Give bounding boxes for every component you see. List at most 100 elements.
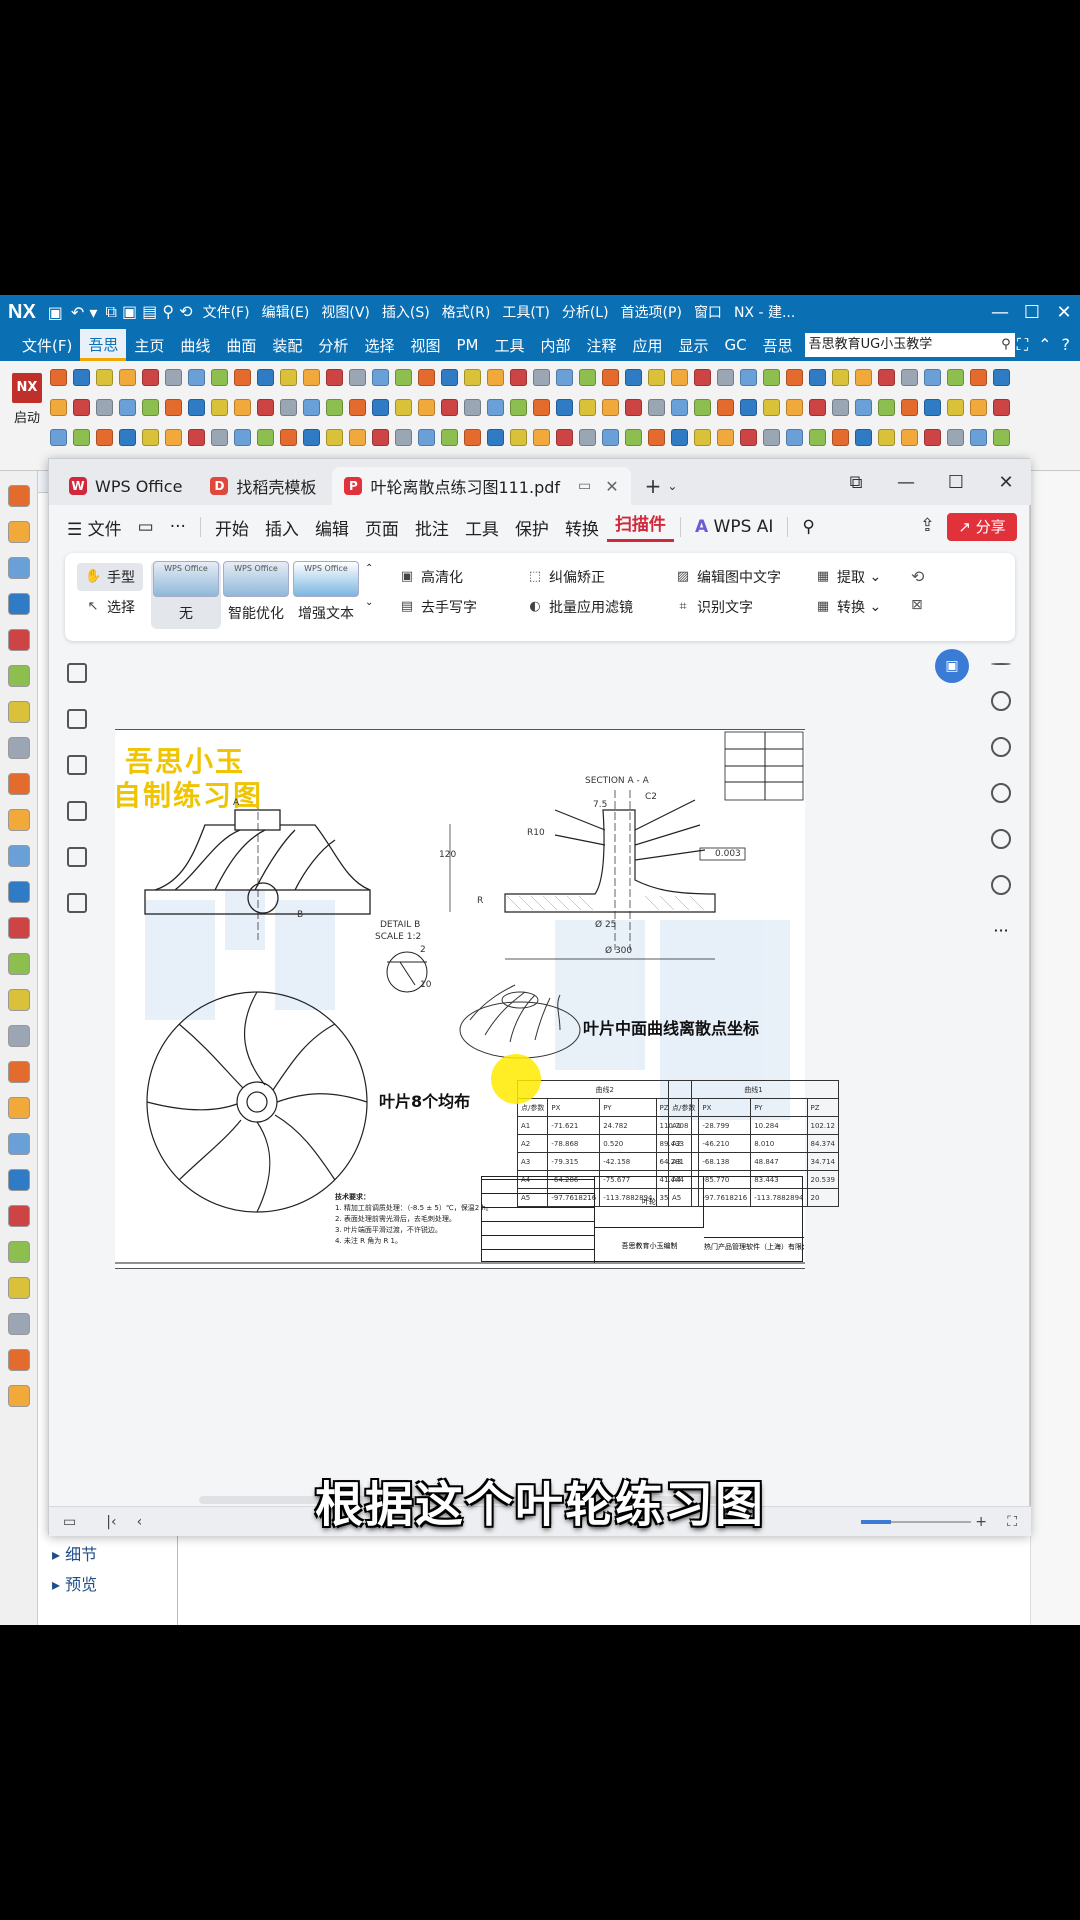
resource-bar-icon[interactable]: [7, 485, 30, 507]
resource-bar-icon[interactable]: [7, 1169, 30, 1191]
help-icon[interactable]: ?: [1062, 335, 1071, 355]
resource-bar-icon[interactable]: [7, 521, 30, 543]
ribbon-command-icon[interactable]: [717, 429, 734, 446]
resource-bar-icon[interactable]: [7, 1097, 30, 1119]
menu-file[interactable]: 文件(F): [197, 302, 256, 322]
extract-button[interactable]: ▦ 提取 ⌄: [815, 567, 881, 587]
ribbon-command-icon[interactable]: [579, 429, 596, 446]
ribbon-command-icon[interactable]: [372, 369, 389, 386]
resource-bar-icon[interactable]: [7, 1133, 30, 1155]
ribbon-command-icon[interactable]: [947, 399, 964, 416]
menu-format[interactable]: 格式(R): [436, 302, 497, 322]
rotate-icon[interactable]: ⟲: [911, 567, 924, 586]
ribbon-command-icon[interactable]: [349, 429, 366, 446]
tab-close-icon[interactable]: ✕: [605, 477, 618, 496]
ribbon-command-icon[interactable]: [188, 369, 205, 386]
ribbon-command-icon[interactable]: [740, 369, 757, 386]
convert-button[interactable]: ▦ 转换 ⌄: [815, 597, 881, 617]
ribbon-command-icon[interactable]: [556, 399, 573, 416]
ribbon-command-icon[interactable]: [510, 369, 527, 386]
layers-icon[interactable]: [67, 893, 87, 913]
resource-bar-icon[interactable]: [7, 1025, 30, 1047]
ribbon-command-icon[interactable]: [188, 399, 205, 416]
ribbon-command-icon[interactable]: [786, 399, 803, 416]
ribbon-command-icon[interactable]: [326, 369, 343, 386]
ribbon-command-icon[interactable]: [694, 399, 711, 416]
ribbon-command-icon[interactable]: [510, 429, 527, 446]
ribbon-command-icon[interactable]: [165, 399, 182, 416]
ribbon-command-icon[interactable]: [464, 429, 481, 446]
ribbon-command-icon[interactable]: [280, 429, 297, 446]
ribbon-command-icon[interactable]: [165, 429, 182, 446]
ribbon-command-icon[interactable]: [349, 399, 366, 416]
ribbon-command-icon[interactable]: [786, 369, 803, 386]
ribbon-command-icon[interactable]: [441, 399, 458, 416]
folder-icon[interactable]: ▭: [130, 517, 162, 537]
batch-filter-button[interactable]: ◐ 批量应用滤镜: [527, 597, 633, 617]
resource-bar-icon[interactable]: [7, 1277, 30, 1299]
thumbnail-icon[interactable]: [67, 709, 87, 729]
tab-pdf-document[interactable]: P 叶轮离散点练习图111.pdf ▭ ✕: [332, 467, 631, 505]
ribbon-command-icon[interactable]: [441, 369, 458, 386]
ribbon-command-icon[interactable]: [694, 429, 711, 446]
ribbon-command-icon[interactable]: [50, 429, 67, 446]
ribbon-command-icon[interactable]: [234, 369, 251, 386]
resource-bar-icon[interactable]: [7, 1061, 30, 1083]
ribbon-icon-row-2[interactable]: [50, 399, 1010, 416]
ribbon-command-icon[interactable]: [303, 429, 320, 446]
tab-wps-office[interactable]: W WPS Office: [57, 467, 194, 505]
ribbon-command-icon[interactable]: [763, 399, 780, 416]
presets-more[interactable]: ⌄: [365, 597, 373, 608]
nav-item-preview[interactable]: ▸ 预览: [38, 1565, 177, 1595]
ribbon-command-icon[interactable]: [671, 369, 688, 386]
resource-bar-icon[interactable]: [7, 1349, 30, 1371]
ribbon-command-icon[interactable]: [809, 429, 826, 446]
tab-view[interactable]: 视图: [402, 335, 448, 356]
ribbon-command-icon[interactable]: [970, 429, 987, 446]
tab-analysis[interactable]: 分析: [310, 335, 356, 356]
ribbon-command-icon[interactable]: [257, 399, 274, 416]
ribbon-command-icon[interactable]: [809, 399, 826, 416]
ribbon-command-icon[interactable]: [625, 369, 642, 386]
tab-wusi-2[interactable]: 吾思: [755, 335, 801, 356]
ribbon-command-icon[interactable]: [786, 429, 803, 446]
wps-minimize-icon[interactable]: —: [881, 472, 931, 493]
ribbon-command-icon[interactable]: [441, 429, 458, 446]
menu-tools[interactable]: 工具: [457, 515, 507, 540]
zoom-icon[interactable]: [991, 691, 1011, 711]
collapse-panel-icon[interactable]: [991, 663, 1011, 665]
menu-hamburger-file[interactable]: ☰ 文件: [59, 515, 130, 540]
ribbon-command-icon[interactable]: [579, 369, 596, 386]
resource-bar-icon[interactable]: [7, 845, 30, 867]
window-restore-icon[interactable]: ⧉: [831, 472, 881, 493]
ribbon-command-icon[interactable]: [533, 399, 550, 416]
menu-view[interactable]: 视图(V): [315, 302, 376, 322]
hd-button[interactable]: ▣ 高清化: [399, 567, 463, 587]
nx-resource-bar[interactable]: [0, 471, 38, 1625]
search-icon[interactable]: ⚲: [794, 517, 822, 537]
ribbon-command-icon[interactable]: [96, 399, 113, 416]
ribbon-command-icon[interactable]: [96, 429, 113, 446]
ribbon-command-icon[interactable]: [487, 429, 504, 446]
more-dots-icon[interactable]: ···: [991, 921, 1011, 941]
ribbon-command-icon[interactable]: [579, 399, 596, 416]
tab-internal[interactable]: 内部: [532, 335, 578, 356]
ribbon-command-icon[interactable]: [556, 369, 573, 386]
settings-icon[interactable]: [991, 783, 1011, 803]
tab-home[interactable]: 主页: [126, 335, 172, 356]
maximize-icon[interactable]: ☐: [1016, 302, 1048, 323]
menu-window[interactable]: 窗口: [688, 302, 728, 322]
tab-docer[interactable]: D 找稻壳模板: [198, 467, 328, 505]
ribbon-command-icon[interactable]: [280, 369, 297, 386]
ribbon-command-icon[interactable]: [947, 429, 964, 446]
ribbon-command-icon[interactable]: [487, 399, 504, 416]
ribbon-command-icon[interactable]: [970, 399, 987, 416]
ribbon-command-icon[interactable]: [832, 429, 849, 446]
wps-maximize-icon[interactable]: ☐: [931, 472, 981, 493]
ribbon-command-icon[interactable]: [740, 399, 757, 416]
ribbon-command-icon[interactable]: [372, 399, 389, 416]
ribbon-command-icon[interactable]: [211, 399, 228, 416]
wps-ai-button[interactable]: A WPS AI: [687, 517, 781, 537]
menu-insert[interactable]: 插入: [257, 515, 307, 540]
ribbon-command-icon[interactable]: [119, 429, 136, 446]
